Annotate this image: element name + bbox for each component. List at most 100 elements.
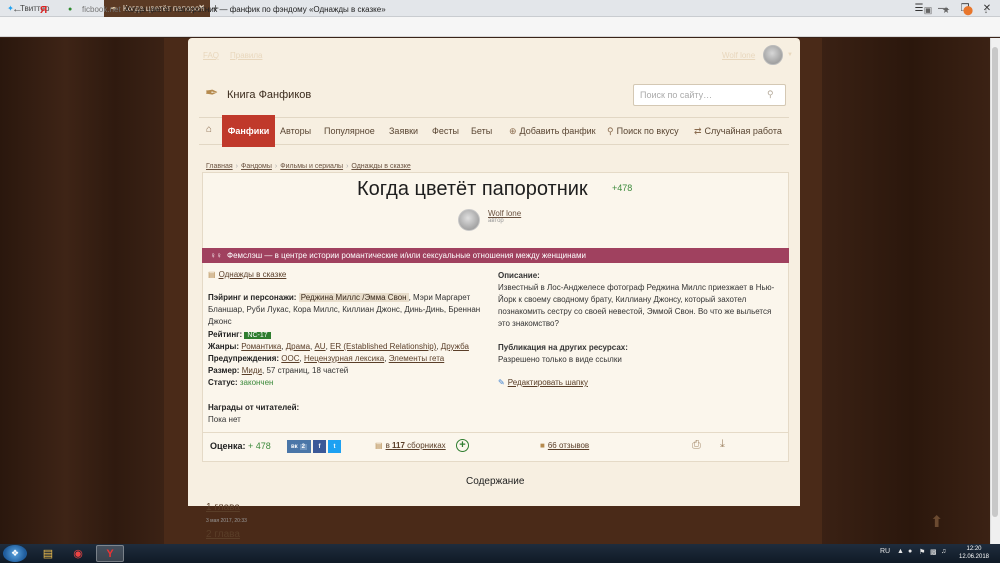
facebook-icon: f	[318, 443, 321, 450]
warnings-line: Предупреждения: ООС, Нецензурная лексика…	[208, 354, 445, 363]
warnings-label: Предупреждения:	[208, 354, 280, 363]
femslash-icon: ♀♀	[210, 251, 222, 260]
language-indicator[interactable]: RU	[880, 548, 890, 555]
feather-logo-icon[interactable]: ✒	[205, 83, 218, 103]
wood-background-right	[822, 38, 1000, 544]
menu-item-authors[interactable]: Авторы	[280, 126, 311, 136]
description-label: Описание:	[498, 271, 540, 280]
awards-value: Пока нет	[208, 415, 241, 424]
warning-link[interactable]: Элементы гета	[389, 354, 445, 363]
chevron-down-icon[interactable]: ▼	[787, 52, 793, 58]
status-line: Статус: закончен	[208, 377, 493, 389]
chapter-link[interactable]: 1 глава	[206, 502, 240, 513]
address-page-title[interactable]: Когда цветёт папоротник — фанфик по фэнд…	[125, 5, 386, 14]
lock-icon: ●	[68, 6, 73, 13]
pencil-icon: ✎	[498, 378, 505, 387]
download-fic-icon[interactable]: ⤓	[720, 438, 725, 451]
chapter-link[interactable]: 2 глава	[206, 529, 240, 540]
search-icon[interactable]: ⚲	[767, 89, 774, 100]
author-avatar[interactable]	[458, 209, 480, 231]
pairing-tag[interactable]: Реджина Миллс /Эмма Свон	[298, 293, 409, 302]
menu-item-label: Поиск по вкусу	[616, 126, 679, 136]
fic-title: Когда цветёт папоротник	[357, 178, 588, 200]
taskbar-clock[interactable]: 12:20 12.06.2018	[955, 545, 993, 561]
genre-link[interactable]: Драма	[286, 342, 310, 351]
explorer-icon[interactable]: ▤	[34, 545, 62, 562]
menu-item-random[interactable]: ⇄ Случайная работа	[694, 126, 782, 137]
volume-icon[interactable]: ♫	[941, 548, 946, 555]
status-value: закончен	[239, 378, 274, 387]
fandom-link[interactable]: Однажды в сказке	[219, 270, 287, 279]
chapter-date: 3 мая 2017, 20:33	[206, 518, 247, 524]
author-role: автор	[488, 218, 504, 224]
menu-item-betas[interactable]: Беты	[471, 126, 492, 136]
add-to-collection-icon[interactable]: +	[456, 439, 469, 452]
back-arrow-icon[interactable]: ←	[12, 3, 23, 15]
collection-icon: ▤	[375, 441, 383, 450]
genres-line: Жанры: Романтика, Драма, AU, ER (Establi…	[208, 342, 469, 351]
direction-banner[interactable]: ♀♀ Фемслэш — в центре истории романтичес…	[202, 248, 789, 263]
search-input[interactable]	[633, 84, 786, 106]
menu-item-fanfics[interactable]: Фанфики	[222, 115, 275, 147]
user-avatar[interactable]	[763, 45, 783, 65]
menu-item-popular[interactable]: Популярное	[324, 126, 375, 136]
breadcrumb-fandom[interactable]: Однажды в сказке	[351, 163, 410, 170]
yandex-logo-icon[interactable]: Я	[40, 5, 47, 16]
chrome-icon[interactable]: ◉	[64, 545, 92, 562]
bookmark-star-icon[interactable]: ★	[940, 4, 952, 16]
edit-header-link[interactable]: Редактировать шапку	[508, 378, 588, 387]
description-text: Известный в Лос-Анджелесе фотограф Реджи…	[498, 283, 775, 328]
yandex-browser-icon[interactable]: Y	[96, 545, 124, 562]
genre-link[interactable]: AU	[314, 342, 325, 351]
site-logo-text[interactable]: Книга Фанфиков	[227, 89, 311, 101]
download-icon[interactable]: ↓	[980, 4, 992, 16]
vk-icon: вк	[290, 443, 298, 450]
reviews-link[interactable]: 66 отзывов	[548, 441, 589, 450]
awards-label: Награды от читателей:	[208, 403, 300, 412]
breadcrumb-films[interactable]: Фильмы и сериалы	[280, 163, 343, 170]
windows-start-icon[interactable]: ❖	[3, 545, 27, 562]
edit-header[interactable]: ✎ Редактировать шапку	[498, 378, 588, 387]
faq-link[interactable]: FAQ	[203, 51, 219, 60]
menu-item-add-fanfic[interactable]: ⊕ Добавить фанфик	[509, 126, 596, 137]
divider	[202, 432, 789, 433]
collections-link[interactable]: в 117 сборниках	[386, 441, 446, 450]
reader-mode-icon[interactable]: ▣	[922, 4, 934, 16]
network-icon[interactable]: ▩	[930, 548, 937, 556]
twitter-icon: t	[333, 443, 336, 450]
pairing-block: Пэйринг и персонажи: Реджина Миллс /Эмма…	[208, 292, 493, 328]
menu-item-requests[interactable]: Заявки	[389, 126, 418, 136]
genre-link[interactable]: Романтика	[241, 342, 281, 351]
address-host[interactable]: ficbook.net	[82, 5, 121, 14]
author-link[interactable]: Wolf lone	[488, 209, 521, 218]
tray-arrow-icon[interactable]: ▲	[897, 548, 904, 555]
menu-item-fests[interactable]: Фесты	[432, 126, 459, 136]
protect-icon[interactable]: ⬤	[962, 4, 974, 16]
scrollbar-thumb[interactable]	[992, 47, 998, 517]
size-label: Размер:	[208, 366, 240, 375]
print-icon[interactable]: ⎙	[692, 439, 701, 452]
rating-label: Рейтинг:	[208, 330, 243, 339]
genre-link[interactable]: ER (Established Relationship)	[330, 342, 436, 351]
plus-circle-icon: ⊕	[509, 126, 517, 136]
share-facebook-button[interactable]: f	[313, 440, 326, 453]
rules-link[interactable]: Правила	[230, 51, 262, 60]
share-vk-button[interactable]: вк 2	[287, 440, 311, 453]
menu-item-search-by-taste[interactable]: ⚲ Поиск по вкусу	[607, 126, 679, 137]
home-icon[interactable]: ⌂	[206, 124, 212, 135]
size-rest: , 57 страниц, 18 частей	[262, 366, 349, 375]
scroll-up-icon[interactable]: ⬆	[930, 512, 943, 532]
pairing-label: Пэйринг и персонажи:	[208, 293, 297, 302]
flag-icon[interactable]: ⚑	[919, 548, 925, 556]
rating-badge[interactable]: NC-17	[244, 332, 271, 339]
size-link[interactable]: Миди	[242, 366, 262, 375]
share-twitter-button[interactable]: t	[328, 440, 341, 453]
breadcrumb-fandoms[interactable]: Фандомы	[241, 163, 272, 170]
tray-app-icon[interactable]: ●	[908, 548, 912, 555]
genre-link[interactable]: Дружба	[441, 342, 469, 351]
breadcrumb-home[interactable]: Главная	[206, 163, 233, 170]
warning-link[interactable]: Нецензурная лексика	[304, 354, 384, 363]
user-name-link[interactable]: Wolf lone	[722, 51, 755, 60]
publication-value: Разрешено только в виде ссылки	[498, 355, 622, 364]
warning-link[interactable]: ООС	[281, 354, 299, 363]
